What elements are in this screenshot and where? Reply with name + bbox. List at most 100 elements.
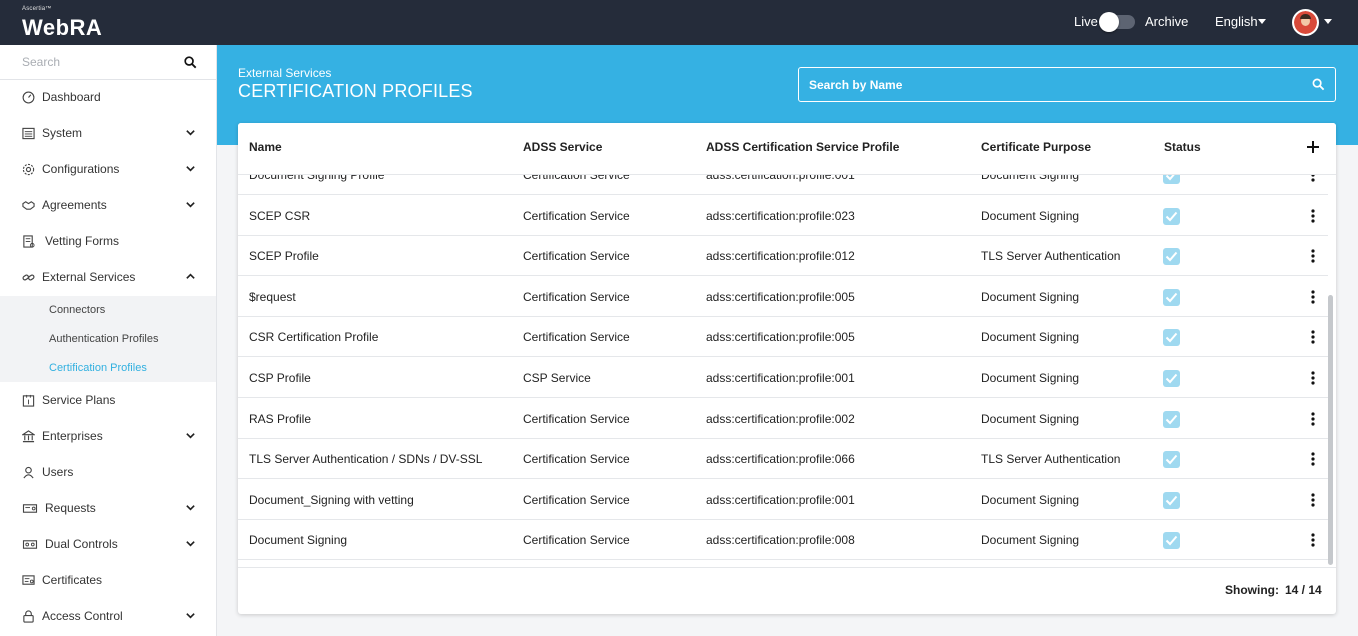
more-options-icon[interactable] xyxy=(1310,452,1316,466)
check-icon xyxy=(1165,252,1178,262)
status-checkbox[interactable] xyxy=(1163,175,1180,184)
table-row[interactable]: TLS Server Authentication / SDNs / DV-SS… xyxy=(238,438,1328,480)
status-checkbox[interactable] xyxy=(1163,451,1180,469)
search-icon[interactable] xyxy=(1312,78,1325,91)
cell-purpose: Document Signing xyxy=(981,411,1080,426)
sidebar-item-label: Enterprises xyxy=(42,429,103,443)
check-icon xyxy=(1165,292,1178,303)
status-checkbox[interactable] xyxy=(1163,207,1180,225)
submenu-item-certification-profiles[interactable]: Certification Profiles xyxy=(49,362,147,374)
sidebar-item-label: Service Plans xyxy=(42,393,116,407)
cell-adss-service: CSP Service xyxy=(523,371,591,385)
cell-profile: adss:certification:profile:008 xyxy=(706,533,855,548)
live-archive-toggle[interactable] xyxy=(1099,12,1135,32)
add-icon[interactable] xyxy=(1306,140,1320,154)
search-placeholder: Search by Name xyxy=(809,78,903,92)
caret-down-icon[interactable] xyxy=(1258,19,1266,24)
more-options-icon[interactable] xyxy=(1310,533,1316,547)
sidebar-item-system[interactable]: System xyxy=(0,115,216,151)
cell-adss-service: Certification Service xyxy=(523,289,630,304)
sidebar-item-requests[interactable]: Requests xyxy=(0,490,216,526)
table-row[interactable]: Document Signing Profile Certification Se… xyxy=(238,175,1328,195)
requests-icon xyxy=(22,504,38,513)
status-checkbox[interactable] xyxy=(1163,410,1180,428)
column-header-adss-service[interactable]: ADSS Service xyxy=(523,140,602,154)
cell-name: RAS Profile xyxy=(249,411,312,426)
more-options-icon[interactable] xyxy=(1310,371,1316,385)
submenu-item-authentication-profiles[interactable]: Authentication Profiles xyxy=(49,333,158,345)
table-scrollbar[interactable] xyxy=(1328,295,1333,565)
status-checkbox[interactable] xyxy=(1163,491,1180,509)
form-icon xyxy=(23,235,35,248)
table-row[interactable]: Document_Signing with vetting Certificati… xyxy=(238,479,1328,520)
sidebar-item-access-control[interactable]: Access Control xyxy=(0,598,216,634)
status-checkbox[interactable] xyxy=(1163,532,1180,550)
check-icon xyxy=(1165,373,1178,384)
cell-profile: adss:certification:profile:012 xyxy=(706,249,855,264)
status-checkbox[interactable] xyxy=(1163,288,1180,306)
sidebar-item-certificates[interactable]: Certificates xyxy=(0,562,216,598)
more-options-icon[interactable] xyxy=(1310,411,1316,426)
status-checkbox[interactable] xyxy=(1163,370,1180,387)
cell-name: $request xyxy=(249,289,296,304)
system-icon xyxy=(22,127,35,140)
more-options-icon[interactable] xyxy=(1310,208,1316,223)
link-icon xyxy=(22,274,35,281)
sidebar-item-service-plans[interactable]: Service Plans xyxy=(0,382,216,418)
check-icon xyxy=(1165,175,1175,181)
chevron-down-icon[interactable] xyxy=(185,199,196,210)
column-header-name[interactable]: Name xyxy=(249,140,282,154)
cell-profile: adss:certification:profile:023 xyxy=(706,208,855,223)
column-header-profile[interactable]: ADSS Certification Service Profile xyxy=(706,140,899,154)
table-row[interactable]: SCEP CSR Certification Service adss:certif… xyxy=(238,195,1328,236)
submenu-item-connectors[interactable]: Connectors xyxy=(49,304,105,316)
status-checkbox[interactable] xyxy=(1163,329,1180,347)
column-header-status[interactable]: Status xyxy=(1164,140,1201,154)
search-by-name-input[interactable]: Search by Name xyxy=(798,67,1336,102)
chevron-down-icon[interactable] xyxy=(185,163,196,174)
cell-purpose: TLS Server Authentication xyxy=(981,249,1121,264)
sidebar-search-input[interactable]: Search xyxy=(0,45,216,80)
cell-purpose: Document Signing xyxy=(981,289,1080,304)
more-options-icon[interactable] xyxy=(1310,290,1316,304)
cell-purpose: Document Signing xyxy=(981,175,1080,182)
sidebar-item-label: Dashboard xyxy=(42,90,101,104)
brand-logo[interactable]: Ascertia™ WebRA xyxy=(22,6,112,40)
chevron-down-icon[interactable] xyxy=(185,502,196,513)
caret-down-icon[interactable] xyxy=(1324,19,1332,24)
table-row[interactable]: Document Signing Certification Service ads… xyxy=(238,519,1328,561)
sidebar-item-users[interactable]: Users xyxy=(0,454,216,490)
column-header-purpose[interactable]: Certificate Purpose xyxy=(981,140,1091,154)
table-row[interactable]: $request Certification Service adss:certif… xyxy=(238,276,1328,317)
sidebar-item-label: Agreements xyxy=(42,198,107,212)
chevron-up-icon[interactable] xyxy=(185,271,196,282)
table-row[interactable]: RAS Profile Certification Service adss:cer… xyxy=(238,398,1328,439)
sidebar-item-configurations[interactable]: Configurations xyxy=(0,151,216,187)
sidebar-item-label: System xyxy=(42,126,83,140)
more-options-icon[interactable] xyxy=(1310,249,1316,263)
sidebar-item-dual-controls[interactable]: Dual Controls xyxy=(0,526,216,562)
sidebar-item-external-services[interactable]: External Services xyxy=(0,259,216,295)
table-row[interactable]: CSP Profile CSP Service adss:certification… xyxy=(238,357,1328,398)
more-options-icon[interactable] xyxy=(1310,493,1316,507)
sidebar-item-dashboard[interactable]: Dashboard xyxy=(0,79,216,115)
breadcrumb[interactable]: External Services xyxy=(238,66,331,80)
sidebar-item-agreements[interactable]: Agreements xyxy=(0,187,216,223)
chevron-down-icon[interactable] xyxy=(185,538,196,549)
more-options-icon[interactable] xyxy=(1310,175,1316,182)
table-row[interactable]: CSR Certification Profile Certification S… xyxy=(238,316,1328,358)
language-selector[interactable]: English xyxy=(1215,14,1258,29)
cell-profile: adss:certification:profile:005 xyxy=(706,289,855,304)
table-row[interactable]: SCEP Profile Certification Service adss:ce… xyxy=(238,235,1328,277)
cell-purpose: Document Signing xyxy=(981,492,1080,507)
avatar[interactable] xyxy=(1292,9,1319,36)
chevron-down-icon[interactable] xyxy=(185,430,196,441)
chevron-down-icon[interactable] xyxy=(185,610,196,621)
more-options-icon[interactable] xyxy=(1310,330,1316,344)
chevron-down-icon[interactable] xyxy=(185,127,196,138)
status-checkbox[interactable] xyxy=(1163,248,1180,266)
search-icon[interactable] xyxy=(184,56,197,69)
sidebar-item-enterprises[interactable]: Enterprises xyxy=(0,418,216,454)
sidebar-item-label: External Services xyxy=(42,270,136,284)
sidebar-item-vetting-forms[interactable]: Vetting Forms xyxy=(0,223,216,259)
